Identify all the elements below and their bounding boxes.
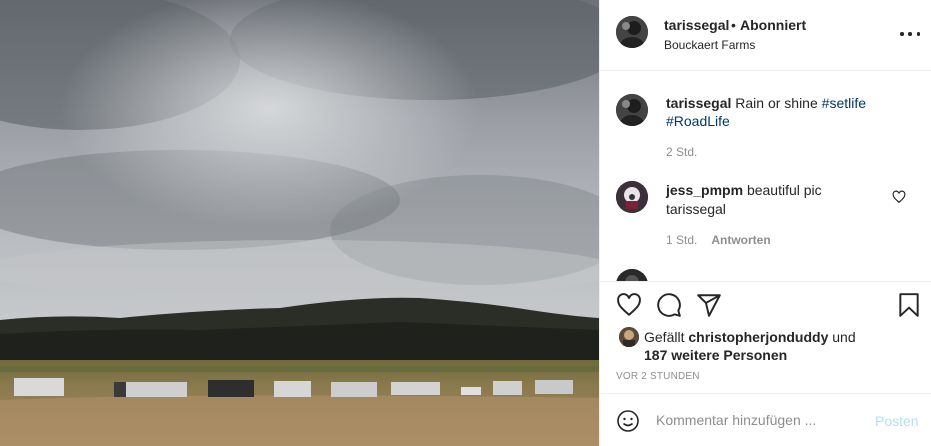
more-options-icon[interactable] — [900, 26, 920, 42]
comment-time[interactable]: 1 Std. — [666, 233, 697, 247]
caption-text: Rain or shine — [735, 95, 818, 111]
comment-like-icon[interactable] — [892, 190, 906, 204]
comment-input[interactable] — [656, 408, 856, 432]
follow-status[interactable]: Abonniert — [740, 17, 806, 33]
caption-time[interactable]: 2 Std. — [666, 145, 697, 159]
landscape-photo — [0, 0, 599, 446]
hashtag-link[interactable]: #RoadLife — [666, 113, 730, 129]
comment-item: jess_pmpm beautiful pic tarissegal — [666, 181, 876, 219]
separator-dot: • — [731, 17, 736, 33]
comment-text: beautiful pic — [746, 182, 822, 198]
liker-avatar[interactable] — [619, 327, 639, 347]
post-header: tarissegal • Abonniert Bouckaert Farms — [600, 0, 931, 71]
add-comment-section: Posten — [600, 393, 931, 446]
commenter-avatar[interactable] — [616, 181, 648, 213]
comment-mention[interactable]: tarissegal — [666, 201, 726, 217]
comment-icon[interactable] — [656, 292, 682, 318]
post-actions: Gefällt christopherjonduddy und 187 weit… — [600, 281, 931, 393]
likes-others-link[interactable]: 187 weitere Personen — [644, 347, 787, 363]
likes-prefix: Gefällt — [644, 329, 685, 345]
liker-username[interactable]: christopherjonduddy — [688, 329, 828, 345]
caption: tarissegal Rain or shine #setlife #RoadL… — [666, 94, 906, 130]
commenter-avatar[interactable] — [616, 269, 648, 281]
post-side-panel: tarissegal • Abonniert Bouckaert Farms t… — [599, 0, 931, 446]
emoji-icon[interactable] — [616, 409, 640, 433]
likes-connector: und — [832, 329, 856, 345]
caption-author-avatar[interactable] — [616, 94, 648, 126]
comment-meta: 1 Std. Antworten — [666, 233, 771, 247]
share-icon[interactable] — [696, 292, 722, 318]
hashtag-link[interactable]: #setlife — [822, 95, 866, 111]
reply-button[interactable]: Antworten — [711, 233, 770, 247]
likes-summary: Gefällt christopherjonduddy und 187 weit… — [644, 328, 914, 364]
comment-username[interactable]: jess_pmpm — [666, 182, 743, 198]
author-username[interactable]: tarissegal — [664, 17, 729, 33]
post-timestamp[interactable]: VOR 2 STUNDEN — [616, 371, 700, 382]
caption-username[interactable]: tarissegal — [666, 95, 731, 111]
bookmark-icon[interactable] — [896, 292, 922, 318]
heart-icon[interactable] — [616, 292, 642, 318]
post-location[interactable]: Bouckaert Farms — [664, 38, 755, 52]
author-avatar[interactable] — [616, 16, 648, 48]
comments-list[interactable]: tarissegal Rain or shine #setlife #RoadL… — [600, 72, 931, 281]
post-comment-button[interactable]: Posten — [875, 413, 919, 429]
post-photo[interactable] — [0, 0, 599, 446]
